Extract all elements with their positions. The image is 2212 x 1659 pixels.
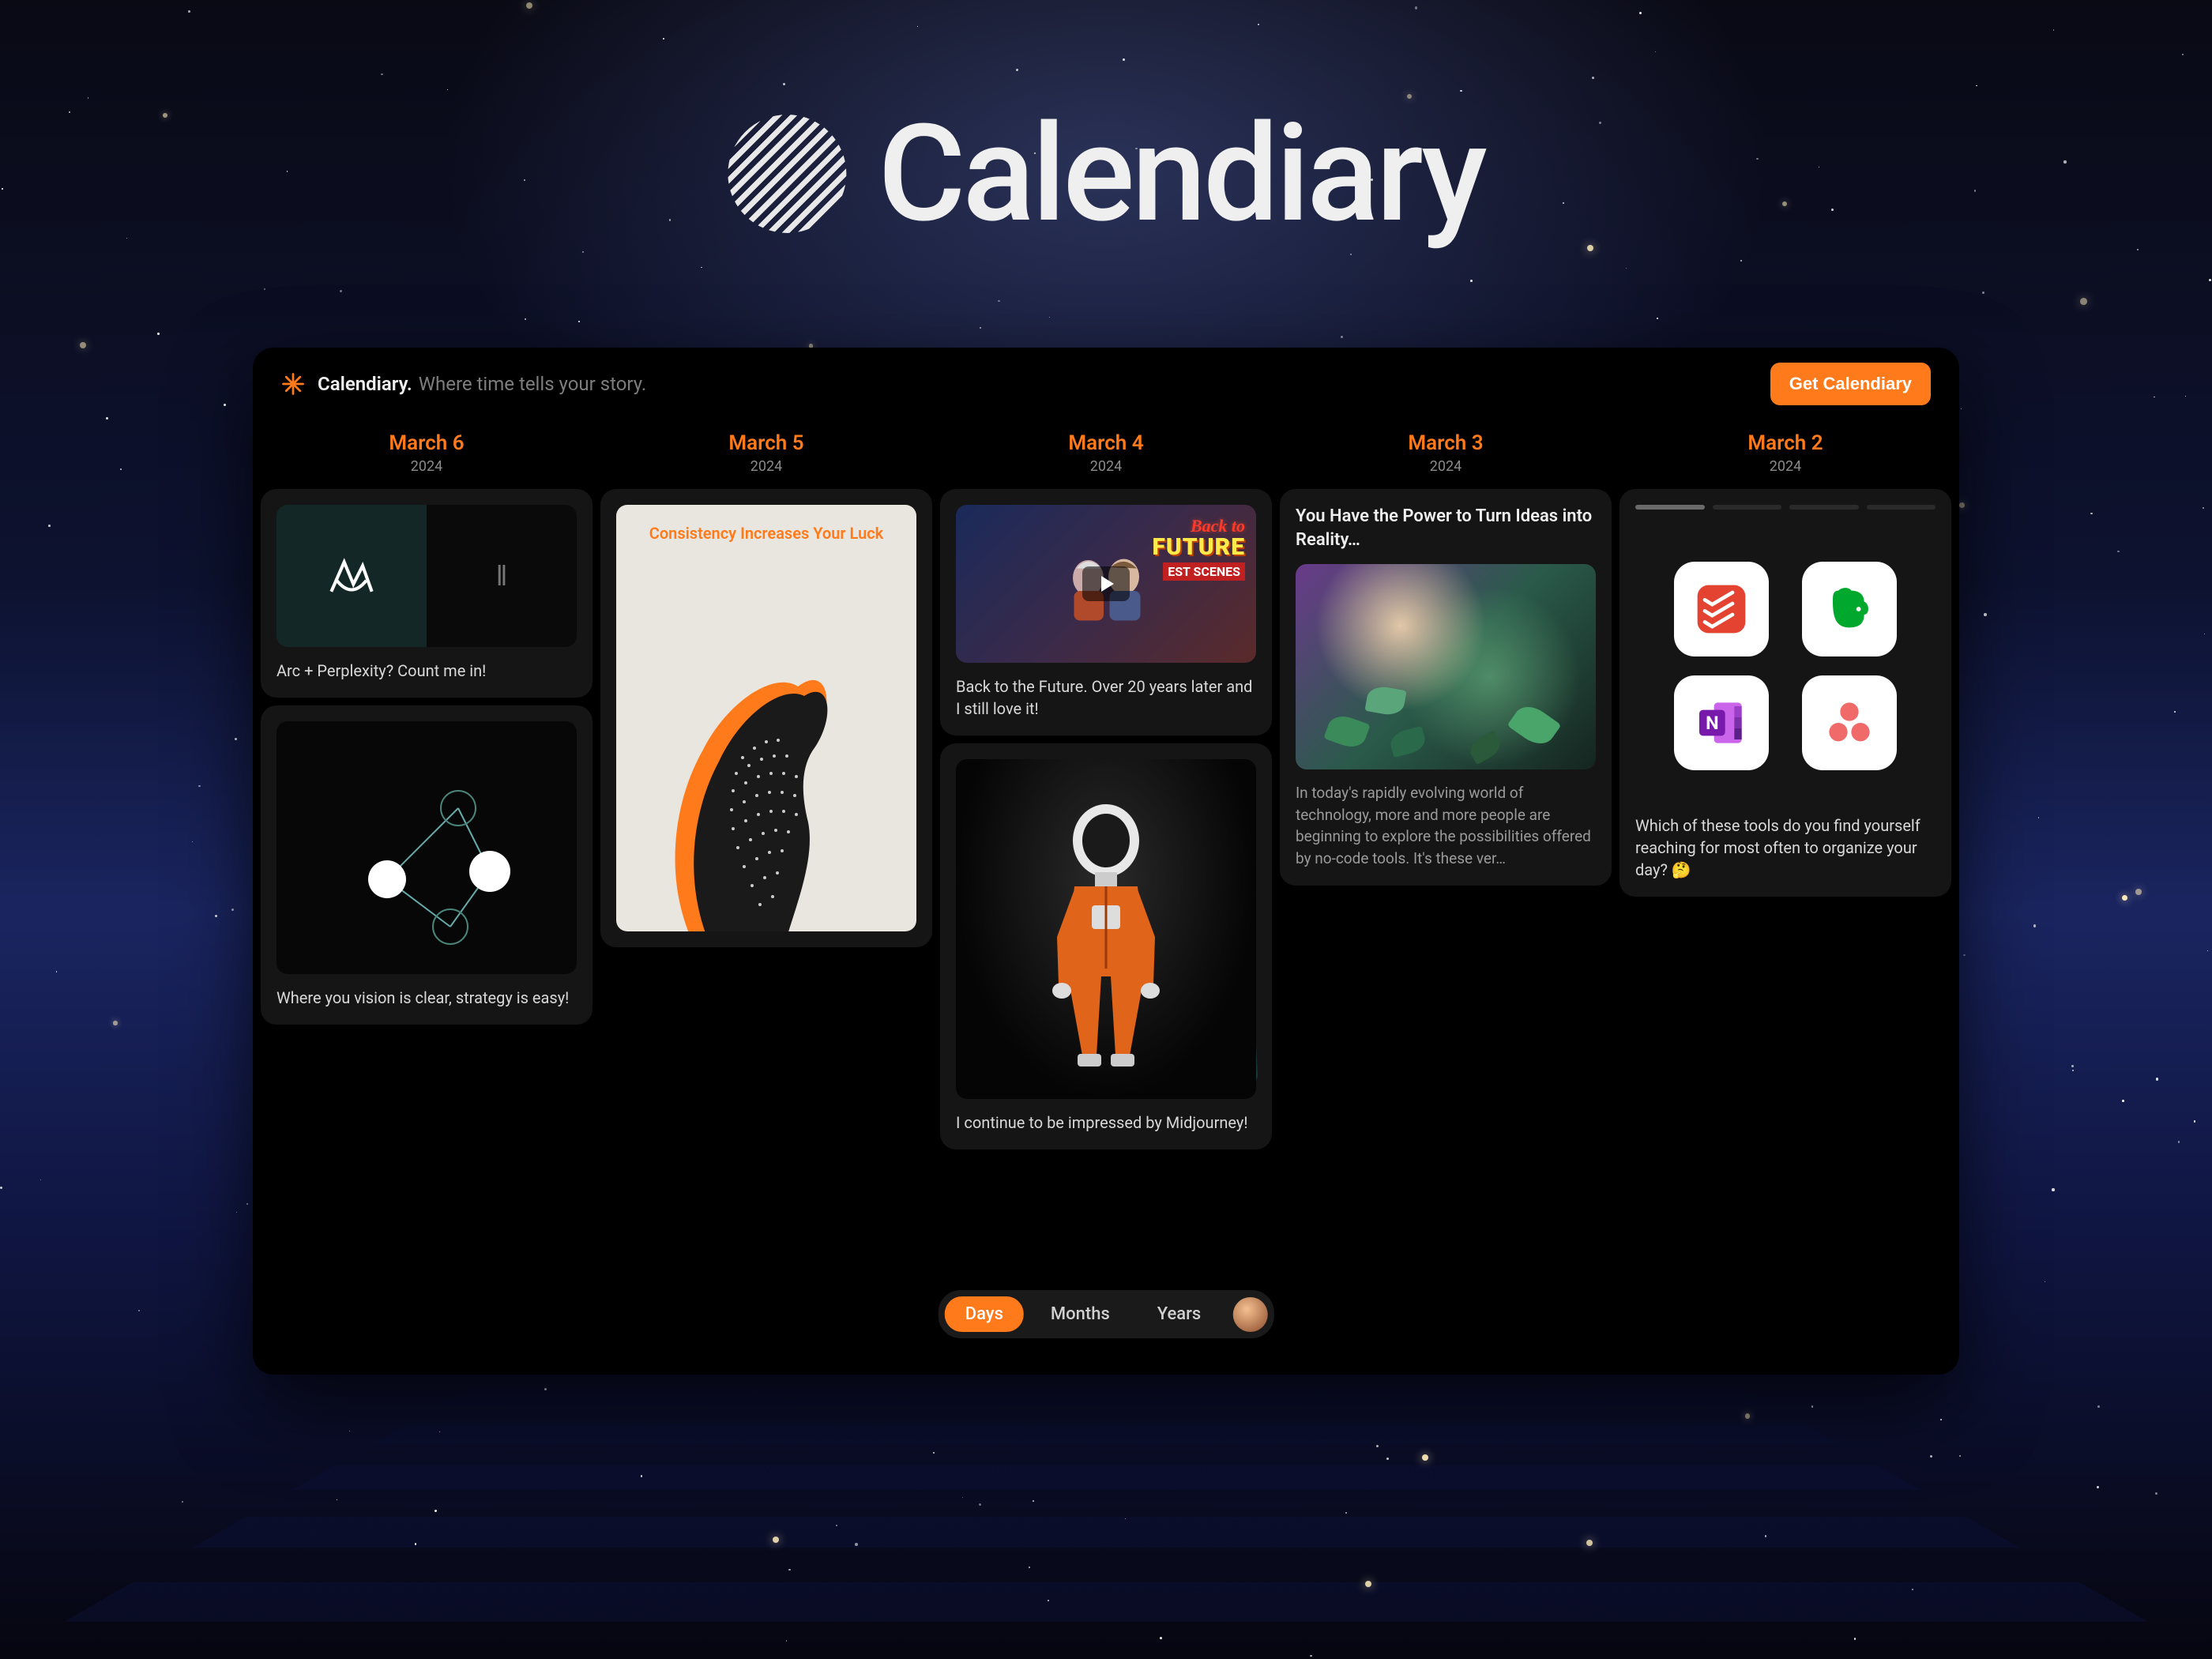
svg-text:N: N: [1706, 712, 1718, 734]
day-year: 2024: [1280, 458, 1612, 475]
view-toggle-months[interactable]: Months: [1030, 1296, 1130, 1332]
asana-icon: [1822, 695, 1877, 750]
day-column-march-4: March 4 2024 Back to FUTURE: [940, 420, 1272, 1367]
day-header[interactable]: March 2 2024: [1620, 420, 1951, 481]
hero-logo: Calendiary: [728, 95, 1484, 253]
card-image: [1296, 564, 1596, 769]
day-year: 2024: [600, 458, 932, 475]
day-date: March 5: [600, 431, 932, 455]
entry-card[interactable]: You Have the Power to Turn Ideas into Re…: [1280, 489, 1612, 886]
arc-logo-icon: [324, 548, 379, 604]
app-tile-todoist[interactable]: [1674, 562, 1769, 656]
perplexity-logo-icon: ‖: [427, 559, 577, 592]
day-date: March 4: [940, 431, 1272, 455]
day-year: 2024: [261, 458, 592, 475]
view-toggle: Days Months Years: [939, 1290, 1274, 1338]
card-image: [276, 721, 577, 974]
hero-logo-text: Calendiary: [878, 95, 1484, 253]
day-header[interactable]: March 3 2024: [1280, 420, 1612, 481]
movie-title-badge: Back to FUTURE EST SCENES: [1152, 516, 1245, 581]
app-tile-evernote[interactable]: [1802, 562, 1897, 656]
card-image: ‖: [276, 505, 577, 647]
astronaut-icon: [1027, 787, 1185, 1071]
app-tile-asana[interactable]: [1802, 675, 1897, 770]
day-column-march-6: March 6 2024 ‖ Arc + Perplexity? Count m…: [261, 420, 592, 1367]
entry-card-poll[interactable]: N Which of these tools do you find yours…: [1620, 489, 1951, 897]
day-date: March 2: [1620, 431, 1951, 455]
app-window: Calendiary. Where time tells your story.…: [253, 348, 1959, 1375]
app-tile-onenote[interactable]: N: [1674, 675, 1769, 770]
card-image: Back to FUTURE EST SCENES: [956, 505, 1256, 663]
topbar: Calendiary. Where time tells your story.…: [253, 348, 1959, 420]
card-caption: Where you vision is clear, strategy is e…: [276, 987, 577, 1009]
entry-card[interactable]: Where you vision is clear, strategy is e…: [261, 705, 592, 1025]
poster-title: Consistency Increases Your Luck: [616, 524, 916, 543]
network-diagram-icon: [276, 721, 577, 974]
onenote-icon: N: [1694, 695, 1749, 750]
entry-card[interactable]: I continue to be impressed by Midjourney…: [940, 743, 1272, 1149]
entry-card[interactable]: Back to FUTURE EST SCENES Back to the Fu…: [940, 489, 1272, 735]
card-body: In today's rapidly evolving world of tec…: [1296, 782, 1596, 869]
day-column-march-5: March 5 2024 Consistency Increases Your …: [600, 420, 932, 1367]
card-image: [956, 759, 1256, 1099]
card-image: Consistency Increases Your Luck: [616, 505, 916, 931]
view-toggle-years[interactable]: Years: [1137, 1296, 1221, 1332]
get-calendiary-button[interactable]: Get Calendiary: [1770, 363, 1931, 405]
hero-logo-mark-icon: [728, 115, 846, 233]
day-year: 2024: [1620, 458, 1951, 475]
evernote-icon: [1822, 581, 1877, 637]
card-title: You Have the Power to Turn Ideas into Re…: [1296, 505, 1596, 551]
todoist-icon: [1694, 581, 1749, 637]
card-caption: I continue to be impressed by Midjourney…: [956, 1112, 1256, 1134]
card-caption: Arc + Perplexity? Count me in!: [276, 660, 577, 682]
day-column-march-3: March 3 2024 You Have the Power to Turn …: [1280, 420, 1612, 1367]
poll-question: Which of these tools do you find yoursel…: [1635, 814, 1936, 881]
play-icon[interactable]: [1082, 566, 1130, 601]
avatar[interactable]: [1232, 1297, 1267, 1332]
day-column-march-2: March 2 2024: [1620, 420, 1951, 1367]
head-silhouette-icon: [648, 615, 853, 931]
day-header[interactable]: March 4 2024: [940, 420, 1272, 481]
topbar-tagline: Where time tells your story.: [419, 373, 646, 395]
day-year: 2024: [940, 458, 1272, 475]
day-date: March 6: [261, 431, 592, 455]
calendiary-logo-icon: [281, 372, 305, 396]
entry-card[interactable]: Consistency Increases Your Luck: [600, 489, 932, 947]
day-header[interactable]: March 5 2024: [600, 420, 932, 481]
card-caption: Back to the Future. Over 20 years later …: [956, 675, 1256, 720]
day-header[interactable]: March 6 2024: [261, 420, 592, 481]
poll-app-grid: N: [1635, 546, 1936, 786]
view-toggle-days[interactable]: Days: [945, 1296, 1024, 1332]
topbar-brand: Calendiary. Where time tells your story.: [318, 373, 646, 395]
poll-progress-bars: [1635, 505, 1936, 510]
day-date: March 3: [1280, 431, 1612, 455]
day-columns: March 6 2024 ‖ Arc + Perplexity? Count m…: [253, 420, 1959, 1375]
entry-card[interactable]: ‖ Arc + Perplexity? Count me in!: [261, 489, 592, 698]
